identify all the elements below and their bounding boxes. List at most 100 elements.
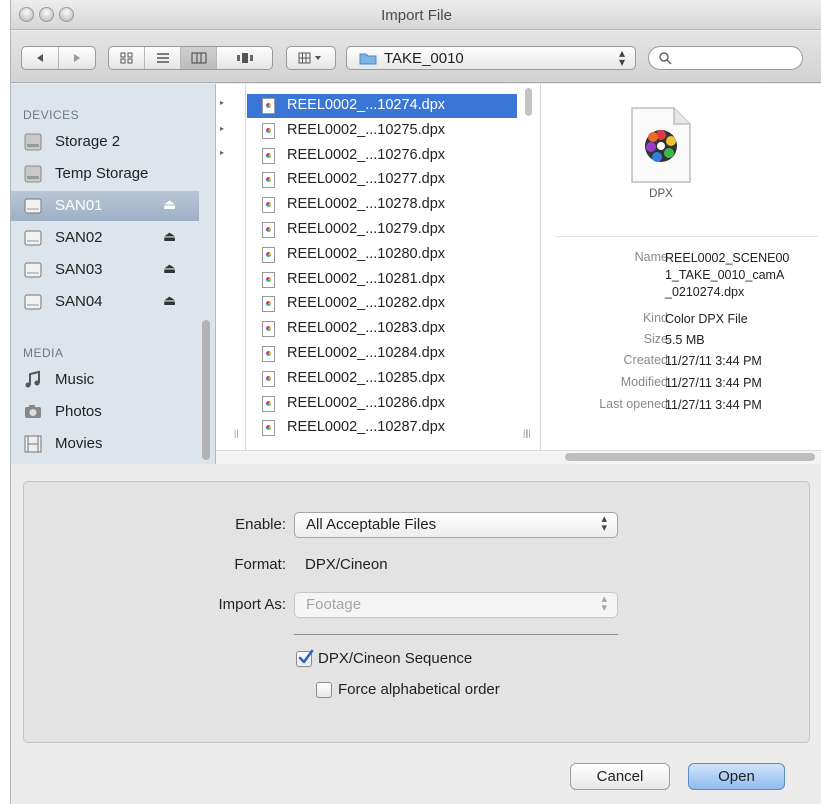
list-view-button[interactable] <box>145 47 181 69</box>
format-label: Format: <box>234 556 286 573</box>
file-list-item[interactable]: REEL0002_...10285.dpx <box>247 367 517 391</box>
info-created-key: Created <box>623 353 668 367</box>
alphabetical-order-checkbox[interactable] <box>316 682 332 698</box>
column-view-icon <box>191 52 206 64</box>
file-list-item[interactable]: REEL0002_...10277.dpx <box>247 168 517 192</box>
external-disk-icon <box>24 230 42 246</box>
folder-icon <box>359 53 377 65</box>
info-name-line: REEL0002_SCENE00 <box>665 251 790 265</box>
alphabetical-order-label[interactable]: Force alphabetical order <box>338 681 500 698</box>
eject-icon[interactable]: ⏏ <box>163 292 176 309</box>
sidebar-item-label: Photos <box>55 403 102 420</box>
sidebar-item-label: SAN02 <box>55 229 103 246</box>
file-list-item[interactable]: REEL0002_...10274.dpx <box>247 94 517 118</box>
file-list-item[interactable]: REEL0002_...10283.dpx <box>247 317 517 341</box>
file-list-scrollbar[interactable] <box>525 88 532 116</box>
sidebar-item-label: Temp Storage <box>55 165 149 182</box>
file-list-item[interactable]: REEL0002_...10287.dpx <box>247 416 517 440</box>
popup-arrows-icon: ▴ ▾ <box>618 46 625 69</box>
disclosure-arrow-icon: ▸ <box>220 124 225 133</box>
parent-column: ▸ ▸ ▸ || <box>216 84 246 450</box>
file-list-item[interactable]: REEL0002_...10282.dpx <box>247 292 517 316</box>
coverflow-view-button[interactable] <box>217 47 272 69</box>
sidebar-device-item[interactable]: Storage 2 <box>11 127 199 157</box>
column-resize-handle[interactable]: || <box>234 428 239 438</box>
preview-pane: DPX Name REEL0002_SCENE00 1_TAKE_0010_ca… <box>526 84 821 450</box>
external-disk-icon <box>24 262 42 278</box>
info-modified-key: Modified <box>620 375 668 389</box>
import-as-popup-value: Footage <box>306 596 362 613</box>
sequence-checkbox[interactable] <box>296 649 314 667</box>
arrange-menu-button[interactable] <box>286 46 336 70</box>
horizontal-scrollbar[interactable] <box>565 453 815 461</box>
file-column: REEL0002_...10274.dpx REEL0002_...10275.d… <box>247 84 541 450</box>
view-mode-control <box>108 46 273 70</box>
sidebar-scrollbar[interactable] <box>202 320 210 460</box>
film-icon <box>24 435 42 453</box>
sidebar-media-item[interactable]: Movies <box>11 429 199 459</box>
sidebar-device-item[interactable]: SAN01 ⏏ <box>11 191 199 221</box>
sidebar-device-item[interactable]: Temp Storage <box>11 159 199 189</box>
media-header: MEDIA <box>23 346 64 360</box>
info-name-key: Name <box>634 250 668 264</box>
internal-disk-icon <box>24 165 42 183</box>
sidebar-device-item[interactable]: SAN04 ⏏ <box>11 287 199 317</box>
back-arrow-icon[interactable] <box>22 47 59 69</box>
column-view-button[interactable] <box>181 47 217 69</box>
dpx-file-icon <box>262 122 275 139</box>
dpx-file-icon <box>262 395 275 412</box>
dpx-file-icon <box>262 321 275 338</box>
title-bar: Import File <box>11 0 821 30</box>
sidebar-device-item[interactable]: SAN02 ⏏ <box>11 223 199 253</box>
file-list-item[interactable]: REEL0002_...10276.dpx <box>247 144 517 168</box>
dpx-file-icon <box>262 296 275 313</box>
info-last-opened-key: Last opened <box>599 397 668 411</box>
eject-icon[interactable]: ⏏ <box>163 228 176 245</box>
file-list-item[interactable]: REEL0002_...10286.dpx <box>247 392 517 416</box>
dpx-file-icon <box>262 346 275 362</box>
external-disk-icon <box>24 198 42 214</box>
file-list-item[interactable]: REEL0002_...10280.dpx <box>247 243 517 267</box>
cancel-button[interactable]: Cancel <box>570 763 670 790</box>
internal-disk-icon <box>24 133 42 151</box>
sidebar-item-label: Storage 2 <box>55 133 121 150</box>
sidebar-media-item[interactable]: Music <box>11 365 199 395</box>
icon-view-button[interactable] <box>109 47 145 69</box>
info-name-line: 1_TAKE_0010_camA <box>665 268 785 282</box>
preview-icon-label: DPX <box>649 188 673 200</box>
file-list-item[interactable]: REEL0002_...10278.dpx <box>247 193 517 217</box>
info-last-opened-value: 11/27/11 3:44 PM <box>665 398 762 412</box>
forward-arrow-icon[interactable] <box>59 47 96 69</box>
file-name: REEL0002_...10278.dpx <box>287 196 446 213</box>
file-list-item[interactable]: REEL0002_...10275.dpx <box>247 119 517 143</box>
sequence-checkbox-label[interactable]: DPX/Cineon Sequence <box>318 650 472 667</box>
search-input[interactable] <box>648 46 803 70</box>
column-resize-handle[interactable]: || <box>526 428 531 438</box>
dpx-file-icon <box>262 271 275 288</box>
coverflow-view-icon <box>236 53 253 63</box>
toolbar: TAKE_0010 ▴ ▾ <box>11 31 821 83</box>
eject-icon[interactable]: ⏏ <box>163 260 176 277</box>
info-modified-value: 11/27/11 3:44 PM <box>665 376 762 390</box>
file-name: REEL0002_...10287.dpx <box>287 419 446 436</box>
sidebar-item-label: SAN04 <box>55 293 103 310</box>
sidebar-device-item[interactable]: SAN03 ⏏ <box>11 255 199 285</box>
file-name: REEL0002_...10276.dpx <box>287 146 446 163</box>
import-options-panel: Enable: All Acceptable Files ▴ ▾ Format: … <box>23 481 810 743</box>
enable-label: Enable: <box>235 516 286 533</box>
file-list-item[interactable]: REEL0002_...10279.dpx <box>247 218 517 242</box>
open-button[interactable]: Open <box>688 763 785 790</box>
import-as-popup[interactable]: Footage ▴ ▾ <box>294 592 618 618</box>
sidebar-media-item[interactable]: Photos <box>11 397 199 427</box>
info-size-value: 5.5 MB <box>665 333 705 347</box>
icon-view-icon <box>120 52 132 64</box>
file-list-item[interactable]: REEL0002_...10281.dpx <box>247 268 517 292</box>
dpx-file-icon <box>262 370 275 387</box>
file-list-item[interactable]: REEL0002_...10284.dpx <box>247 342 517 366</box>
devices-header: DEVICES <box>23 108 80 122</box>
disclosure-arrow-icon: ▸ <box>220 148 225 157</box>
dpx-file-icon <box>631 107 691 183</box>
eject-icon[interactable]: ⏏ <box>163 196 176 213</box>
enable-popup[interactable]: All Acceptable Files ▴ ▾ <box>294 512 618 538</box>
path-popup[interactable]: TAKE_0010 ▴ ▾ <box>346 46 636 70</box>
